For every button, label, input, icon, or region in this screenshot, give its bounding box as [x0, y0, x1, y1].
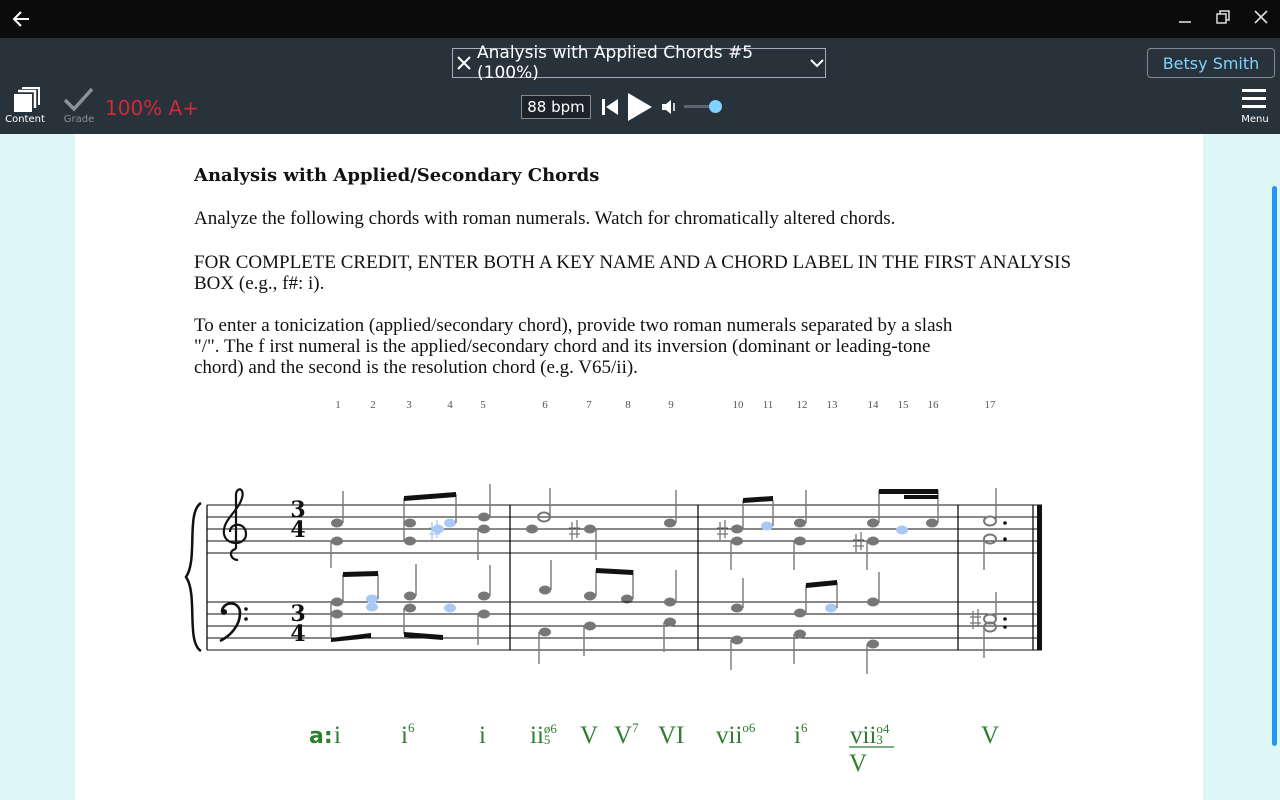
chord-base: ii: [530, 722, 544, 749]
treble-time-signature: 3 4: [290, 499, 306, 543]
chord-base: vii: [850, 722, 877, 749]
chord-base: i: [794, 722, 801, 749]
chord-figure: 7: [632, 720, 639, 735]
music-score: [184, 484, 1042, 748]
chord-figure: 6: [800, 720, 808, 735]
chord-base: V: [981, 722, 1000, 749]
time-sig-bottom: 4: [290, 621, 306, 647]
analysis-chord[interactable]: VI: [658, 722, 684, 750]
analysis-chord[interactable]: i: [334, 722, 341, 750]
analysis-chord[interactable]: V: [981, 722, 999, 750]
analysis-chord[interactable]: V: [580, 722, 598, 750]
chord-base: i: [334, 722, 341, 749]
bass-clef-icon: [219, 602, 248, 643]
time-sig-bottom: 4: [290, 517, 306, 543]
analysis-chord[interactable]: V7: [614, 720, 639, 750]
applied-chord-target[interactable]: V: [849, 750, 867, 778]
chord-base: VI: [658, 722, 685, 749]
chord-base: V: [614, 722, 633, 749]
chord-base: vii: [716, 722, 743, 749]
analysis-chord[interactable]: viio6: [716, 720, 756, 750]
chord-base: i: [479, 722, 486, 749]
chord-figure: 6: [407, 720, 415, 735]
analysis-chord[interactable]: i: [479, 722, 486, 750]
treble-clef-icon: [222, 488, 248, 562]
chord-base: i: [401, 722, 408, 749]
analysis-chord[interactable]: i6: [401, 720, 415, 750]
analysis-applied-chord[interactable]: vii o4 3: [850, 722, 889, 750]
chord-base: V: [580, 722, 599, 749]
chord-figure: o6: [742, 720, 756, 735]
analysis-chord[interactable]: i6: [794, 720, 808, 750]
bass-time-signature: 3 4: [290, 603, 306, 647]
analysis-chord[interactable]: ii ø6 5: [530, 722, 557, 750]
analysis-key[interactable]: a:: [309, 724, 333, 749]
